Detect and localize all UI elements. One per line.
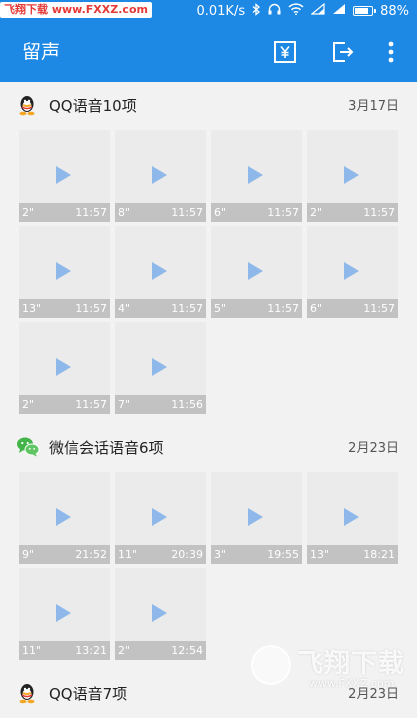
voice-tile[interactable]: 11" 13:21	[19, 568, 110, 660]
yen-icon[interactable]	[273, 40, 297, 64]
qq-icon	[16, 94, 38, 116]
page-title: 留声	[22, 41, 61, 63]
voice-grid: 9" 21:52 11" 20:39 3" 19:55 13" 18:21 11" 13:…	[0, 472, 417, 660]
voice-tile[interactable]: 3" 19:55	[211, 472, 302, 564]
voice-tile[interactable]: 6" 11:57	[307, 226, 398, 318]
voice-duration: 2"	[310, 206, 323, 219]
voice-duration: 13"	[310, 548, 330, 561]
voice-tile[interactable]: 2" 11:57	[307, 130, 398, 222]
voice-time: 11:57	[75, 302, 107, 315]
voice-time: 11:57	[75, 398, 107, 411]
battery-percent: 88%	[380, 3, 409, 19]
voice-tile[interactable]: 7" 11:56	[115, 322, 206, 414]
voice-time: 20:39	[171, 548, 203, 561]
play-icon	[56, 604, 71, 622]
voice-time: 11:57	[267, 302, 299, 315]
watermark-url: www.FXXZ.com	[309, 677, 395, 690]
voice-tile[interactable]: 13" 18:21	[307, 472, 398, 564]
voice-time: 11:57	[363, 302, 395, 315]
voice-time: 11:57	[363, 206, 395, 219]
section-title: QQ语音10项	[49, 97, 137, 115]
voice-duration: 3"	[214, 548, 227, 561]
voice-tile[interactable]: 11" 20:39	[115, 472, 206, 564]
voice-duration: 5"	[214, 302, 227, 315]
play-icon	[56, 262, 71, 280]
play-icon	[56, 358, 71, 376]
voice-duration: 8"	[118, 206, 131, 219]
voice-duration: 6"	[310, 302, 323, 315]
voice-tile[interactable]: 13" 11:57	[19, 226, 110, 318]
section-title: QQ语音7项	[49, 685, 128, 703]
voice-time: 11:56	[171, 398, 203, 411]
voice-duration: 2"	[22, 398, 35, 411]
voice-time: 19:55	[267, 548, 299, 561]
content-list: QQ语音10项 3月17日 2" 11:57 8" 11:57 6" 11:57 2"…	[0, 82, 417, 718]
play-icon	[344, 166, 359, 184]
play-icon	[152, 508, 167, 526]
voice-tile[interactable]: 2" 11:57	[19, 322, 110, 414]
section-header: 微信会话语音6项 2月23日	[0, 424, 417, 472]
section-header: QQ语音10项 3月17日	[0, 82, 417, 130]
more-vert-icon[interactable]	[379, 40, 403, 64]
voice-duration: 11"	[22, 644, 42, 657]
bluetooth-icon	[252, 2, 261, 20]
watermark-text: 飞翔下载 www.FXXZ.com	[0, 2, 152, 18]
logout-icon[interactable]	[331, 40, 355, 64]
watermark-title: 飞翔下载	[297, 649, 406, 679]
voice-tile[interactable]: 2" 12:54	[115, 568, 206, 660]
qq-icon	[16, 682, 38, 704]
voice-duration: 11"	[118, 548, 138, 561]
voice-time: 21:52	[75, 548, 107, 561]
battery-icon	[353, 6, 377, 16]
voice-tile[interactable]: 9" 21:52	[19, 472, 110, 564]
watermark-logo: 飞翔下载 www.FXXZ.com	[251, 639, 411, 695]
voice-duration: 13"	[22, 302, 42, 315]
play-icon	[56, 166, 71, 184]
section-date: 3月17日	[348, 99, 399, 114]
voice-time: 12:54	[171, 644, 203, 657]
watermark-logo-icon	[251, 645, 291, 685]
voice-duration: 4"	[118, 302, 131, 315]
play-icon	[248, 508, 263, 526]
voice-time: 18:21	[363, 548, 395, 561]
voice-tile[interactable]: 4" 11:57	[115, 226, 206, 318]
play-icon	[152, 604, 167, 622]
section-date: 2月23日	[348, 441, 399, 456]
voice-time: 11:57	[171, 302, 203, 315]
voice-duration: 7"	[118, 398, 131, 411]
section-qq-voice: QQ语音10项 3月17日 2" 11:57 8" 11:57 6" 11:57 2"…	[0, 82, 417, 414]
network-speed: 0.01K/s	[196, 3, 246, 19]
voice-tile[interactable]: 5" 11:57	[211, 226, 302, 318]
voice-duration: 6"	[214, 206, 227, 219]
status-bar: 飞翔下载 www.FXXZ.com 0.01K/s 88%	[0, 0, 417, 22]
play-icon	[152, 262, 167, 280]
voice-tile[interactable]: 6" 11:57	[211, 130, 302, 222]
signal-icon	[310, 2, 325, 19]
voice-time: 11:57	[75, 206, 107, 219]
play-icon	[344, 508, 359, 526]
voice-tile[interactable]: 8" 11:57	[115, 130, 206, 222]
voice-time: 11:57	[267, 206, 299, 219]
voice-duration: 9"	[22, 548, 35, 561]
section-wechat-voice: 微信会话语音6项 2月23日 9" 21:52 11" 20:39 3" 19:55 …	[0, 424, 417, 660]
wechat-icon	[16, 436, 40, 458]
voice-grid: 2" 11:57 8" 11:57 6" 11:57 2" 11:57 13" 11:57…	[0, 130, 417, 414]
wifi-icon	[288, 3, 304, 19]
app-bar: 留声	[0, 22, 417, 82]
play-icon	[152, 166, 167, 184]
voice-tile[interactable]: 2" 11:57	[19, 130, 110, 222]
voice-duration: 2"	[22, 206, 35, 219]
signal-icon-2	[332, 3, 346, 19]
play-icon	[248, 166, 263, 184]
play-icon	[152, 358, 167, 376]
headset-icon	[268, 3, 281, 19]
play-icon	[248, 262, 263, 280]
voice-duration: 2"	[118, 644, 131, 657]
voice-time: 11:57	[171, 206, 203, 219]
section-title: 微信会话语音6项	[49, 439, 164, 457]
status-icons: 0.01K/s 88%	[196, 0, 409, 22]
play-icon	[56, 508, 71, 526]
play-icon	[344, 262, 359, 280]
voice-time: 13:21	[75, 644, 107, 657]
